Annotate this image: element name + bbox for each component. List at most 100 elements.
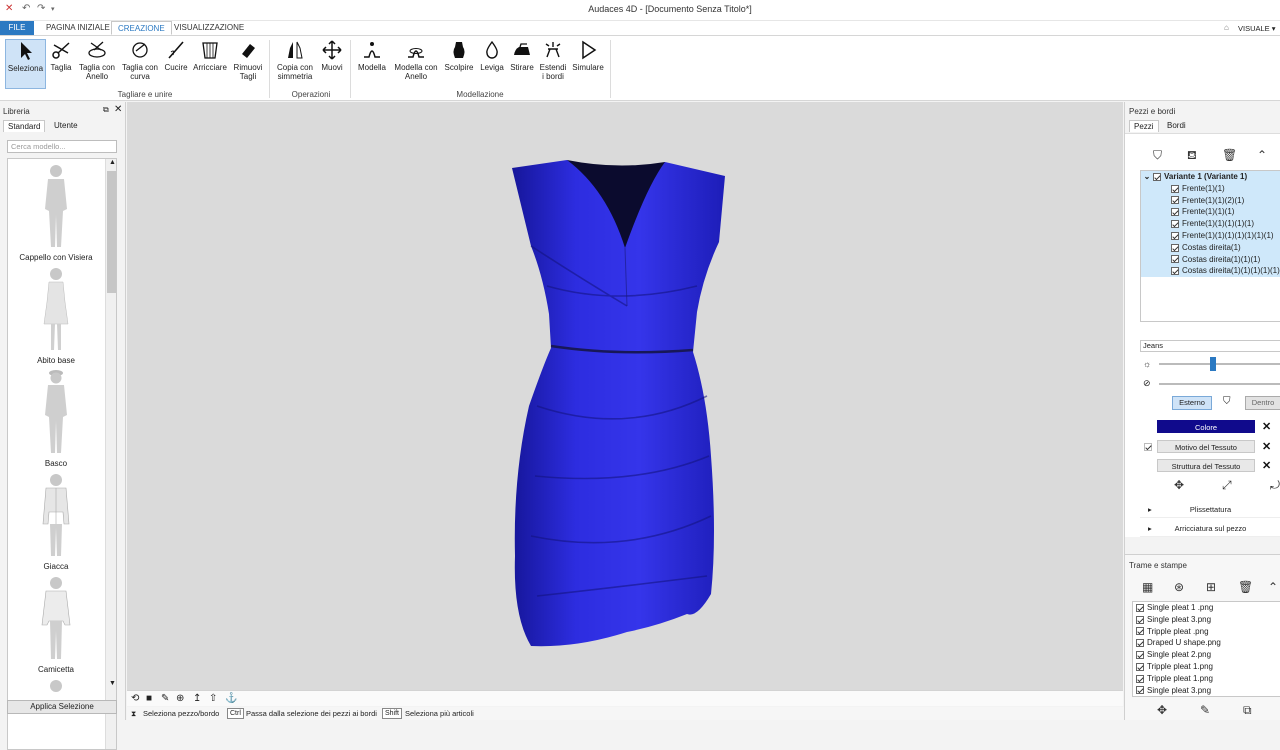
trash-icon[interactable]: 🗑 xyxy=(1238,580,1253,594)
checkbox[interactable] xyxy=(1136,662,1144,671)
library-item[interactable]: Abito base xyxy=(8,266,104,365)
tab-standard[interactable]: Standard xyxy=(3,120,46,132)
structure-swatch[interactable]: Struttura del Tessuto xyxy=(1157,459,1255,472)
tool-cut[interactable]: Taglia xyxy=(48,39,74,89)
library-scrollbar[interactable]: ▲ ▼ xyxy=(105,159,116,749)
collapse-ribbon-icon[interactable]: ⌂ xyxy=(1224,23,1229,32)
print-item[interactable]: Single pleat 2.png xyxy=(1133,649,1280,661)
print-item[interactable]: Tripple pleat 1.png xyxy=(1133,673,1280,685)
pin-icon[interactable]: ↥ xyxy=(193,693,201,704)
checkbox[interactable] xyxy=(1136,686,1144,695)
tool-model[interactable]: Modella xyxy=(355,39,389,89)
print-item[interactable]: Draped U shape.png xyxy=(1133,637,1280,649)
tree-item[interactable]: Frente(1)(1) xyxy=(1141,182,1280,195)
tool-model-ring[interactable]: Modella con Anello xyxy=(392,39,440,89)
tool-gather[interactable]: Arricciare xyxy=(192,39,228,89)
checkbox[interactable] xyxy=(1153,172,1161,181)
tool-extend-edges[interactable]: Estendi i bordi xyxy=(538,39,568,89)
library-item[interactable]: Camicetta xyxy=(8,575,104,674)
scroll-down-icon[interactable]: ▼ xyxy=(109,680,116,687)
scroll-up-icon[interactable]: ▲ xyxy=(109,159,116,166)
clear-color-icon[interactable]: ✕ xyxy=(1262,420,1271,433)
print-item[interactable]: Single pleat 1 .png xyxy=(1133,602,1280,614)
checkbox[interactable] xyxy=(1171,255,1179,264)
checkbox[interactable] xyxy=(1171,243,1179,252)
checkbox[interactable] xyxy=(1136,603,1144,612)
copy-icon[interactable]: ⧉ xyxy=(1243,703,1252,718)
arrow-up-icon[interactable]: ⇧ xyxy=(209,693,217,704)
clear-pattern-icon[interactable]: ✕ xyxy=(1262,440,1271,453)
checkbox[interactable] xyxy=(1136,615,1144,624)
tool-cut-curve[interactable]: Taglia con curva xyxy=(120,39,160,89)
checkbox[interactable] xyxy=(1144,443,1152,451)
float-panel-icon[interactable]: ⧉ xyxy=(103,105,109,115)
tool-iron[interactable]: Stirare xyxy=(508,39,536,89)
opacity-slider[interactable] xyxy=(1159,383,1280,385)
tool-select[interactable]: Seleziona xyxy=(5,39,46,89)
brightness-slider-thumb[interactable] xyxy=(1209,357,1216,371)
scale-texture-icon[interactable]: ⤢ xyxy=(1222,478,1232,493)
color-swatch[interactable]: Colore xyxy=(1157,420,1255,433)
tab-file[interactable]: FILE xyxy=(0,21,34,35)
shirt-icon[interactable]: ⛉ xyxy=(1223,396,1231,407)
checkbox[interactable] xyxy=(1136,651,1144,660)
paint-piece-icon[interactable]: ⛾ xyxy=(1187,148,1197,164)
rotate-texture-icon[interactable]: ⤾ xyxy=(1270,478,1280,493)
tree-item[interactable]: Costas direita(1) xyxy=(1141,241,1280,254)
checkbox[interactable] xyxy=(1171,196,1179,205)
library-item[interactable]: Basco xyxy=(8,369,104,468)
print-item[interactable]: Tripple pleat .png xyxy=(1133,626,1280,638)
library-item[interactable]: Giacca xyxy=(8,472,104,571)
rotate-view-icon[interactable]: ⟲ xyxy=(131,693,139,704)
qat-dropdown-icon[interactable]: ▾ xyxy=(51,5,55,13)
print-item[interactable]: Tripple pleat 1.png xyxy=(1133,661,1280,673)
tree-item[interactable]: Frente(1)(1)(1)(1)(1)(1)(1) xyxy=(1141,229,1280,242)
3d-viewport[interactable] xyxy=(127,102,1123,690)
tool-move[interactable]: Muovi xyxy=(318,39,346,89)
anchor-icon[interactable]: ⚓ xyxy=(225,693,237,704)
tree-item[interactable]: Frente(1)(1)(1)(1)(1) xyxy=(1141,218,1280,230)
redo-icon[interactable]: ↷ xyxy=(37,3,45,14)
tool-simulate[interactable]: Simulare xyxy=(571,39,605,89)
pleating-expander[interactable]: ▸ Plissettatura xyxy=(1140,502,1280,518)
undo-icon[interactable]: ↶ xyxy=(22,3,30,14)
tool-sculpt[interactable]: Scolpire xyxy=(443,39,475,89)
tab-home[interactable]: PAGINA INIZIALE xyxy=(40,21,116,35)
texture-settings-icon[interactable]: ⊛ xyxy=(1174,580,1184,594)
move-texture-icon[interactable]: ✥ xyxy=(1174,478,1184,492)
checkbox[interactable] xyxy=(1136,627,1144,636)
checkbox[interactable] xyxy=(1171,220,1179,229)
camera-icon[interactable]: ■ xyxy=(146,693,152,704)
gathering-expander[interactable]: ▸ Arricciatura sul pezzo xyxy=(1140,521,1280,537)
print-item[interactable]: Single pleat 3.png xyxy=(1133,614,1280,626)
tool-smooth[interactable]: Leviga xyxy=(478,39,506,89)
hide-icon[interactable]: ⊘ xyxy=(1143,378,1151,389)
brightness-slider[interactable] xyxy=(1159,363,1280,365)
visual-menu[interactable]: VISUALE ▾ xyxy=(1238,24,1276,33)
tree-item[interactable]: Frente(1)(1)(1) xyxy=(1141,206,1280,219)
globe-icon[interactable]: ⊕ xyxy=(176,693,184,704)
tab-creation[interactable]: CREAZIONE xyxy=(111,21,172,35)
add-piece-icon[interactable]: ⛉ xyxy=(1153,148,1162,163)
fabric-select[interactable]: Jeans xyxy=(1140,340,1280,352)
close-icon[interactable]: ✕ xyxy=(114,104,122,115)
checkbox[interactable] xyxy=(1171,231,1179,240)
checkbox[interactable] xyxy=(1136,639,1144,648)
clear-structure-icon[interactable]: ✕ xyxy=(1262,459,1271,472)
tab-view[interactable]: VISUALIZZAZIONE xyxy=(168,21,250,35)
checkbox[interactable] xyxy=(1171,208,1179,217)
apply-selection-button[interactable]: Applica Selezione xyxy=(7,700,117,714)
pen-icon[interactable]: ✎ xyxy=(161,693,169,704)
add-texture-icon[interactable]: ▦ xyxy=(1142,580,1153,594)
pattern-swatch[interactable]: Motivo del Tessuto xyxy=(1157,440,1255,453)
scroll-thumb[interactable] xyxy=(107,171,116,293)
tool-mirror-copy[interactable]: Copia con simmetria xyxy=(275,39,315,89)
tab-edges[interactable]: Bordi xyxy=(1163,120,1190,132)
collapse-icon[interactable]: ⌃ xyxy=(1268,580,1278,594)
chevron-down-icon[interactable]: ⌄ xyxy=(1141,171,1153,183)
checkbox[interactable] xyxy=(1171,267,1179,276)
tree-item[interactable]: Frente(1)(1)(2)(1) xyxy=(1141,194,1280,207)
tree-item[interactable]: Costas direita(1)(1)(1)(1)(1) xyxy=(1141,265,1280,278)
tool-cut-ring[interactable]: Taglia con Anello xyxy=(77,39,117,89)
checkbox[interactable] xyxy=(1136,674,1144,683)
